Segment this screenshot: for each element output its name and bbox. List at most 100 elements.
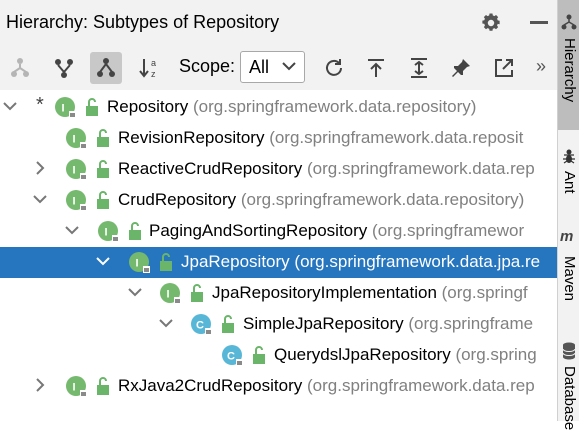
tab-hierarchy[interactable]: Hierarchy bbox=[558, 0, 579, 130]
chevron-down-icon[interactable] bbox=[32, 191, 48, 207]
unlocked-icon bbox=[222, 315, 234, 333]
tree-row[interactable]: I ReactiveCrudRepository (org.springfram… bbox=[0, 154, 557, 185]
supertypes-icon bbox=[55, 59, 73, 78]
svg-text:a: a bbox=[151, 58, 156, 68]
subtypes-icon bbox=[97, 58, 115, 77]
export-icon bbox=[368, 59, 384, 77]
tab-ant[interactable]: Ant bbox=[558, 140, 579, 210]
ant-icon bbox=[563, 149, 575, 164]
class-icon: C bbox=[222, 345, 243, 366]
svg-text:I: I bbox=[62, 103, 65, 115]
chevron-down-icon[interactable] bbox=[127, 284, 143, 300]
svg-text:C: C bbox=[196, 320, 204, 332]
tool-window-sidebar: Hierarchy Ant m Maven Database bbox=[557, 0, 579, 430]
hierarchy-title: Hierarchy: Subtypes of Repository bbox=[6, 12, 280, 32]
chevron-down-icon[interactable] bbox=[2, 98, 18, 114]
tree-row-label: SimpleJpaRepository (org.springframe bbox=[243, 314, 534, 333]
interface-icon: I bbox=[55, 97, 76, 118]
svg-text:I: I bbox=[73, 134, 76, 146]
more-actions-button[interactable]: » bbox=[536, 56, 546, 77]
tab-hierarchy-label: Hierarchy bbox=[561, 38, 578, 103]
tree-row-label: JpaRepository (org.springframework.data.… bbox=[181, 252, 541, 271]
tree-row-label: RevisionRepository (org.springframework.… bbox=[118, 128, 524, 147]
export-button[interactable] bbox=[360, 52, 392, 84]
chevron-right-icon[interactable] bbox=[32, 377, 48, 393]
interface-icon: I bbox=[98, 221, 119, 242]
refresh-button[interactable] bbox=[318, 52, 350, 84]
tree-row[interactable]: I PagingAndSortingRepository (org.spring… bbox=[0, 216, 557, 247]
expand-all-button[interactable] bbox=[403, 52, 435, 84]
hierarchy-header: Hierarchy: Subtypes of Repository bbox=[0, 0, 557, 45]
tree-row[interactable]: * I Repository (org.springframework.data… bbox=[0, 92, 557, 123]
svg-text:I: I bbox=[167, 289, 170, 301]
scope-dropdown[interactable]: All bbox=[240, 51, 305, 83]
maven-icon: m bbox=[560, 228, 574, 245]
type-hierarchy-button[interactable] bbox=[4, 52, 36, 84]
svg-text:I: I bbox=[136, 258, 139, 270]
interface-icon: I bbox=[66, 128, 87, 149]
tree-row[interactable]: C SimpleJpaRepository (org.springframe bbox=[0, 309, 557, 340]
tab-database[interactable]: Database bbox=[558, 336, 579, 430]
scope-label: Scope: bbox=[179, 56, 236, 76]
chevron-down-icon[interactable] bbox=[158, 315, 174, 331]
tree-row-selected[interactable]: I JpaRepository (org.springframework.dat… bbox=[0, 247, 557, 278]
tree-row-label: Repository (org.springframework.data.rep… bbox=[107, 97, 477, 116]
tab-ant-label: Ant bbox=[561, 171, 578, 194]
type-hierarchy-icon bbox=[11, 58, 29, 77]
chevron-down-icon[interactable] bbox=[64, 222, 80, 238]
tree-row-label: CrudRepository (org.springframework.data… bbox=[118, 190, 525, 209]
open-external-icon bbox=[495, 59, 513, 77]
tree-row[interactable]: I JpaRepositoryImplementation (org.sprin… bbox=[0, 278, 557, 309]
hierarchy-tree: * I Repository (org.springframework.data… bbox=[0, 92, 557, 404]
unlocked-icon bbox=[97, 377, 109, 395]
chevron-down-icon[interactable] bbox=[95, 253, 111, 269]
class-icon: C bbox=[191, 314, 212, 335]
tree-bottom-space bbox=[0, 404, 557, 421]
unlocked-icon bbox=[97, 160, 109, 178]
unlocked-icon bbox=[97, 129, 109, 147]
svg-text:I: I bbox=[73, 382, 76, 394]
tree-row-label: RxJava2CrudRepository (org.springframewo… bbox=[118, 376, 535, 395]
tree-row-label: ReactiveCrudRepository (org.springframew… bbox=[118, 159, 535, 178]
database-icon bbox=[562, 342, 576, 360]
tree-row[interactable]: I CrudRepository (org.springframework.da… bbox=[0, 185, 557, 216]
unlocked-icon bbox=[191, 284, 203, 302]
interface-icon: I bbox=[66, 190, 87, 211]
svg-text:I: I bbox=[105, 227, 108, 239]
open-in-new-button[interactable] bbox=[488, 52, 520, 84]
interface-icon: I bbox=[66, 376, 87, 397]
svg-text:z: z bbox=[151, 69, 156, 79]
supertypes-hierarchy-button[interactable] bbox=[48, 52, 80, 84]
tree-row-label: QuerydslJpaRepository (org.spring bbox=[274, 345, 537, 364]
tab-database-label: Database bbox=[561, 366, 578, 430]
svg-text:C: C bbox=[227, 351, 235, 363]
tree-row[interactable]: C QuerydslJpaRepository (org.spring bbox=[0, 340, 557, 371]
tab-maven-label: Maven bbox=[561, 256, 578, 302]
tab-maven[interactable]: m Maven bbox=[558, 222, 579, 322]
unlocked-icon bbox=[253, 346, 265, 364]
hierarchy-icon bbox=[561, 14, 577, 30]
unlocked-icon bbox=[129, 222, 141, 240]
unlocked-icon bbox=[160, 253, 172, 271]
svg-text:I: I bbox=[73, 196, 76, 208]
chevron-right-icon[interactable] bbox=[32, 160, 48, 176]
sort-alphabetically-button[interactable]: a z bbox=[134, 52, 166, 84]
interface-icon: I bbox=[129, 252, 150, 273]
unlocked-icon bbox=[97, 191, 109, 209]
pin-button[interactable] bbox=[445, 52, 477, 84]
refresh-icon bbox=[326, 59, 342, 76]
pin-icon bbox=[452, 59, 470, 77]
tree-row[interactable]: I RevisionRepository (org.springframewor… bbox=[0, 123, 557, 154]
gear-icon[interactable] bbox=[480, 12, 502, 34]
expand-all-icon bbox=[411, 58, 427, 78]
svg-text:I: I bbox=[73, 165, 76, 177]
sort-alpha-icon: a z bbox=[139, 58, 156, 79]
tree-row-label: JpaRepositoryImplementation (org.springf bbox=[212, 283, 528, 302]
tree-row-label: PagingAndSortingRepository (org.springfr… bbox=[149, 221, 525, 240]
tree-row[interactable]: I RxJava2CrudRepository (org.springframe… bbox=[0, 371, 557, 402]
subtypes-hierarchy-button[interactable] bbox=[90, 52, 122, 84]
hide-icon[interactable] bbox=[530, 21, 548, 24]
focus-star: * bbox=[36, 94, 44, 116]
interface-icon: I bbox=[66, 159, 87, 180]
unlocked-icon bbox=[86, 98, 98, 116]
